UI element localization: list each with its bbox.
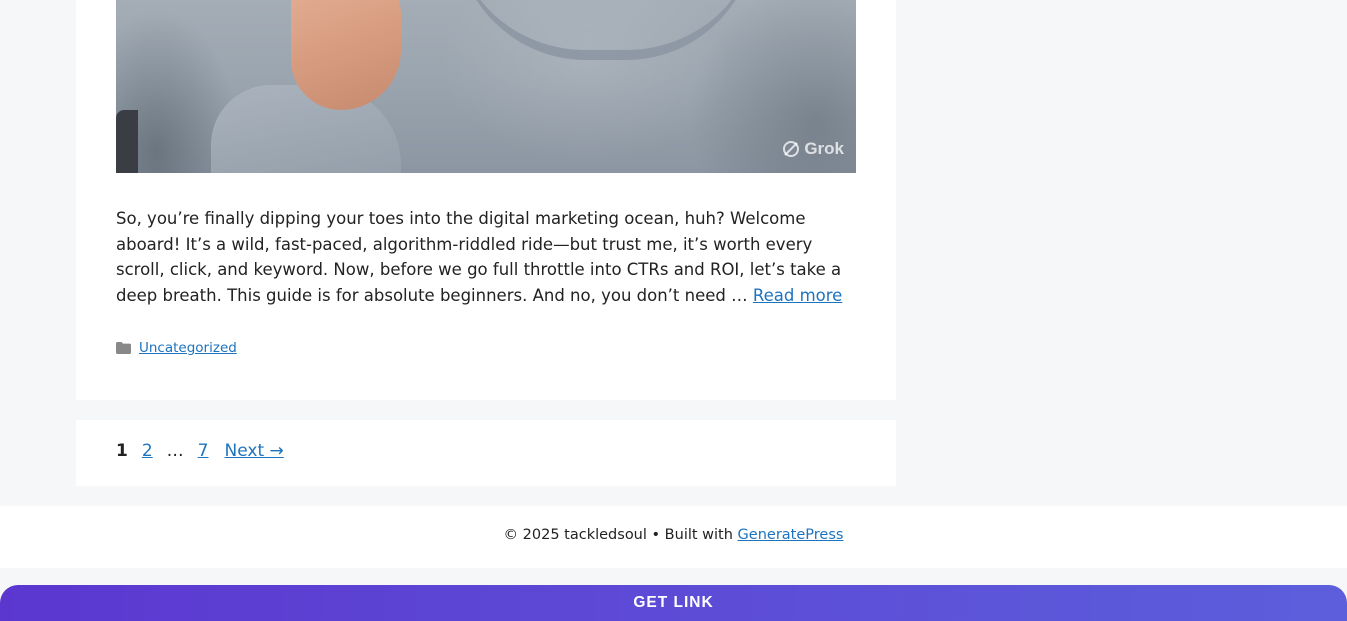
get-link-button[interactable]: GET LINK (0, 585, 1347, 621)
folder-icon (116, 342, 131, 354)
pagination: 1 2 … 7 Next → (76, 420, 896, 486)
copyright-text: © 2025 tackledsoul • Built with (503, 527, 738, 543)
footer-copyright: © 2025 tackledsoul • Built with Generate… (0, 527, 1347, 543)
pagination-page-2[interactable]: 2 (142, 441, 153, 461)
generatepress-link[interactable]: GeneratePress (738, 527, 844, 543)
image-dark-edge (116, 110, 138, 173)
category-link[interactable]: Uncategorized (139, 340, 237, 356)
post-meta: Uncategorized (116, 340, 237, 356)
site-footer: © 2025 tackledsoul • Built with Generate… (0, 506, 1347, 568)
read-more-link[interactable]: Read more (753, 286, 842, 305)
featured-image[interactable]: Grok (116, 0, 856, 173)
image-watermark: Grok (782, 139, 844, 159)
excerpt-text: So, you’re finally dipping your toes int… (116, 209, 842, 306)
watermark-text: Grok (804, 139, 844, 158)
article-card: Grok So, you’re finally dipping your toe… (76, 0, 896, 400)
pagination-current-page: 1 (116, 441, 128, 461)
post-excerpt: So, you’re finally dipping your toes int… (116, 206, 856, 309)
pagination-ellipsis: … (166, 441, 184, 461)
grok-logo-icon (783, 141, 800, 157)
pagination-page-7[interactable]: 7 (198, 441, 209, 461)
pagination-next-link[interactable]: Next → (225, 441, 284, 461)
